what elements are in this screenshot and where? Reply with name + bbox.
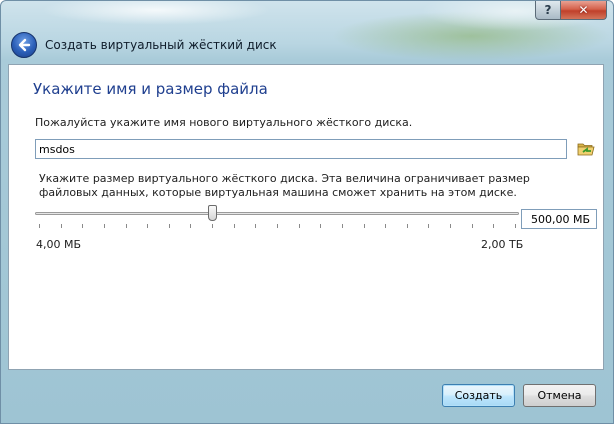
min-size-label: 4,00 МБ xyxy=(36,238,82,251)
name-prompt: Пожалуйста укажите имя нового виртуально… xyxy=(35,116,413,129)
disk-name-input[interactable] xyxy=(35,139,567,159)
slider-tick xyxy=(385,224,386,228)
cancel-button[interactable]: Отмена xyxy=(523,384,596,407)
slider-tick xyxy=(320,224,321,228)
slider-tick xyxy=(126,224,127,228)
slider-tick xyxy=(234,224,235,228)
slider-tick xyxy=(255,224,256,228)
open-folder-icon xyxy=(577,143,595,156)
title-bar-glass xyxy=(1,1,614,65)
slider-tick xyxy=(342,224,343,228)
slider-tick xyxy=(364,224,365,228)
page-heading: Укажите имя и размер файла xyxy=(33,80,268,98)
caption-buttons: ? ✕ xyxy=(535,1,607,20)
slider-tick xyxy=(472,224,473,228)
max-size-label: 2,00 ТБ xyxy=(481,238,524,251)
slider-ticks xyxy=(35,224,519,230)
create-button[interactable]: Создать xyxy=(442,384,515,407)
back-arrow-icon xyxy=(18,38,31,52)
back-button[interactable] xyxy=(11,32,37,58)
slider-tick xyxy=(515,224,516,228)
slider-thumb[interactable] xyxy=(208,205,217,221)
slider-tick xyxy=(61,224,62,228)
slider-tick xyxy=(190,224,191,228)
slider-tick xyxy=(299,224,300,228)
size-value-input[interactable] xyxy=(521,209,597,229)
size-prompt: Укажите размер виртуального жёсткого дис… xyxy=(39,172,530,199)
wizard-page: Укажите имя и размер файла Пожалуйста ук… xyxy=(8,64,604,370)
slider-tick xyxy=(212,224,213,228)
slider-tick xyxy=(450,224,451,228)
slider-tick xyxy=(407,224,408,228)
slider-tick xyxy=(147,224,148,228)
window-title: Создать виртуальный жёсткий диск xyxy=(45,38,277,52)
slider-tick xyxy=(493,224,494,228)
slider-track xyxy=(35,212,519,215)
slider-tick xyxy=(39,224,40,228)
slider-tick xyxy=(82,224,83,228)
help-button[interactable]: ? xyxy=(535,1,561,20)
slider-tick xyxy=(428,224,429,228)
slider-tick xyxy=(277,224,278,228)
slider-tick xyxy=(169,224,170,228)
choose-file-button[interactable] xyxy=(576,139,596,159)
close-button[interactable]: ✕ xyxy=(561,1,607,20)
slider-tick xyxy=(104,224,105,228)
